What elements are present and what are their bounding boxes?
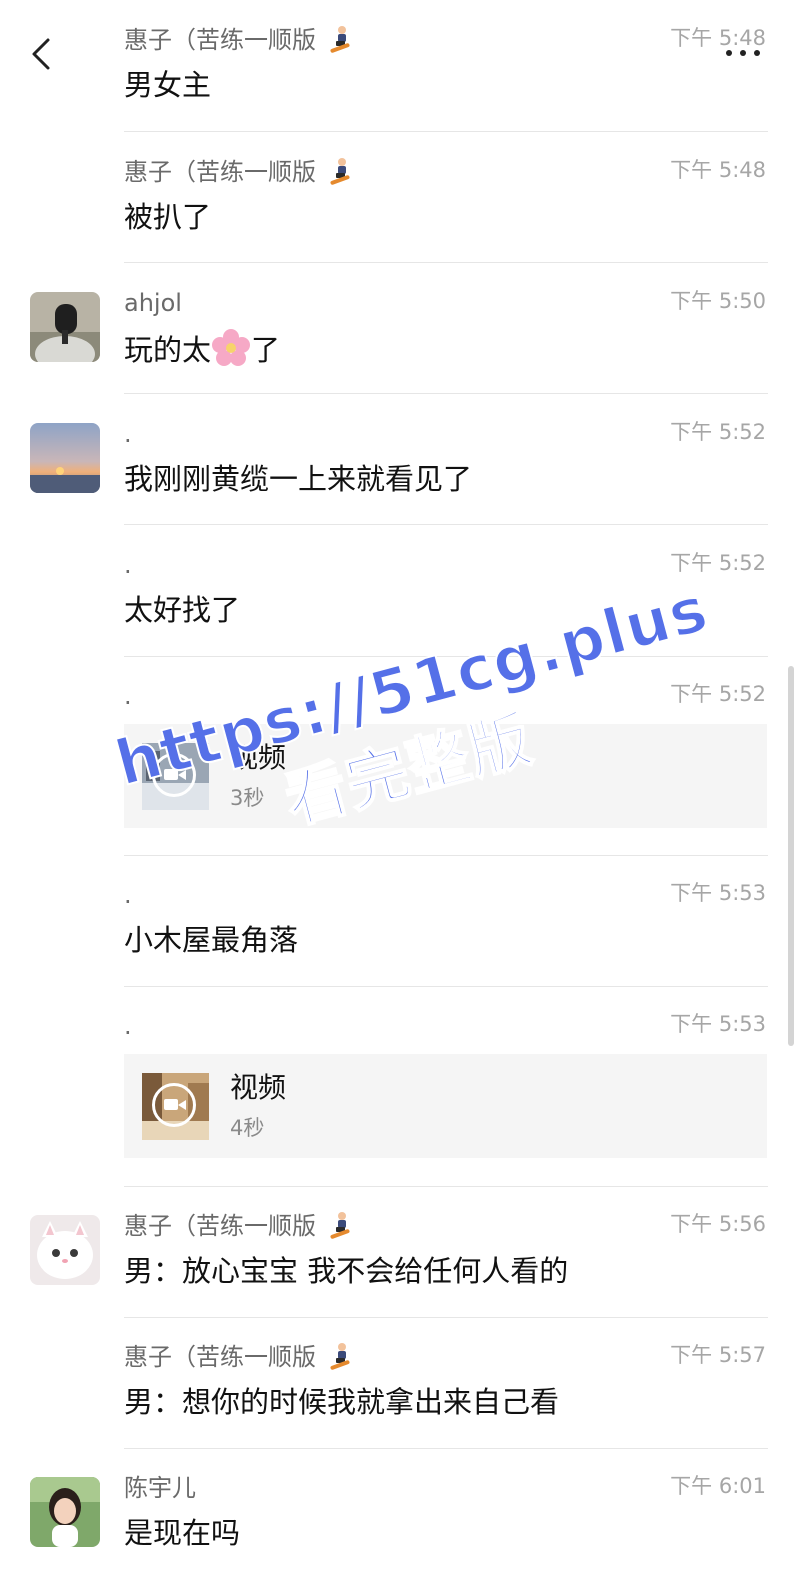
avatar[interactable] [30,423,100,493]
sender-name[interactable]: 惠子（苦练一顺版 [124,1211,354,1241]
sender-name[interactable]: . [124,550,132,580]
cherry-blossom-emoji [212,329,251,366]
sender-name[interactable]: 惠子（苦练一顺版 [124,157,354,187]
snowboarder-emoji [330,1343,350,1370]
avatar[interactable] [30,1477,100,1547]
message-text[interactable]: 被扒了 [124,197,211,237]
video-message-card[interactable]: 视频 4秒 [124,1054,767,1158]
message-text[interactable]: 是现在吗 [124,1513,240,1553]
message-text[interactable]: 男：想你的时候我就拿出来自己看 [124,1382,559,1422]
message-item: 陈宇儿 下午 6:01 是现在吗 [0,1448,800,1571]
message-time: 下午 5:50 [670,289,766,313]
message-item: . 下午 5:53 视频 4秒 [0,986,800,1187]
message-text[interactable]: 我刚刚黄缆一上来就看见了 [124,459,472,499]
message-text[interactable]: 玩的太了 [124,328,280,370]
sender-name[interactable]: . [124,880,132,910]
message-time: 下午 5:53 [670,881,766,905]
video-message-card[interactable]: 视频 3秒 [124,724,767,828]
sender-name[interactable]: . [124,1011,132,1041]
snowboarder-emoji [330,26,350,53]
message-item: . 下午 5:52 视频 3秒 [0,656,800,856]
message-time: 下午 5:48 [670,26,766,50]
message-time: 下午 5:56 [670,1212,766,1236]
message-item: 惠子（苦练一顺版 下午 5:56 男：放心宝宝 我不会给任何人看的 [0,1186,800,1318]
video-thumbnail [142,1073,209,1140]
avatar[interactable] [30,1215,100,1285]
video-duration: 4秒 [230,1116,265,1140]
message-time: 下午 6:01 [670,1474,766,1498]
sender-name[interactable]: . [124,419,132,449]
message-item: . 下午 5:52 我刚刚黄缆一上来就看见了 [0,394,800,525]
sender-name[interactable]: ahjol [124,288,182,318]
message-item: 惠子（苦练一顺版 下午 5:48 男女主 [0,0,800,132]
message-text[interactable]: 太好找了 [124,590,240,630]
scrollbar[interactable] [788,666,794,1046]
message-time: 下午 5:53 [670,1012,766,1036]
video-title: 视频 [230,741,287,774]
sender-name[interactable]: . [124,681,132,711]
sender-name[interactable]: 惠子（苦练一顺版 [124,1342,354,1372]
message-item: 惠子（苦练一顺版 下午 5:57 男：想你的时候我就拿出来自己看 [0,1317,800,1449]
message-text[interactable]: 小木屋最角落 [124,920,298,960]
snowboarder-emoji [330,1212,350,1239]
message-text[interactable]: 男：放心宝宝 我不会给任何人看的 [124,1251,568,1291]
video-duration: 3秒 [230,786,265,810]
avatar[interactable] [30,292,100,362]
snowboarder-emoji [330,158,350,185]
video-thumbnail [142,743,209,810]
message-item: ahjol 下午 5:50 玩的太了 [0,263,800,394]
message-time: 下午 5:52 [670,682,766,706]
video-title: 视频 [230,1071,287,1104]
sender-name[interactable]: 惠子（苦练一顺版 [124,25,354,55]
message-item: 惠子（苦练一顺版 下午 5:48 被扒了 [0,132,800,263]
message-time: 下午 5:48 [670,158,766,182]
message-item: . 下午 5:53 小木屋最角落 [0,855,800,987]
message-item: . 下午 5:52 太好找了 [0,525,800,657]
message-time: 下午 5:52 [670,551,766,575]
message-time: 下午 5:57 [670,1343,766,1367]
sender-name[interactable]: 陈宇儿 [124,1473,196,1503]
message-time: 下午 5:52 [670,420,766,444]
message-text[interactable]: 男女主 [124,65,211,105]
